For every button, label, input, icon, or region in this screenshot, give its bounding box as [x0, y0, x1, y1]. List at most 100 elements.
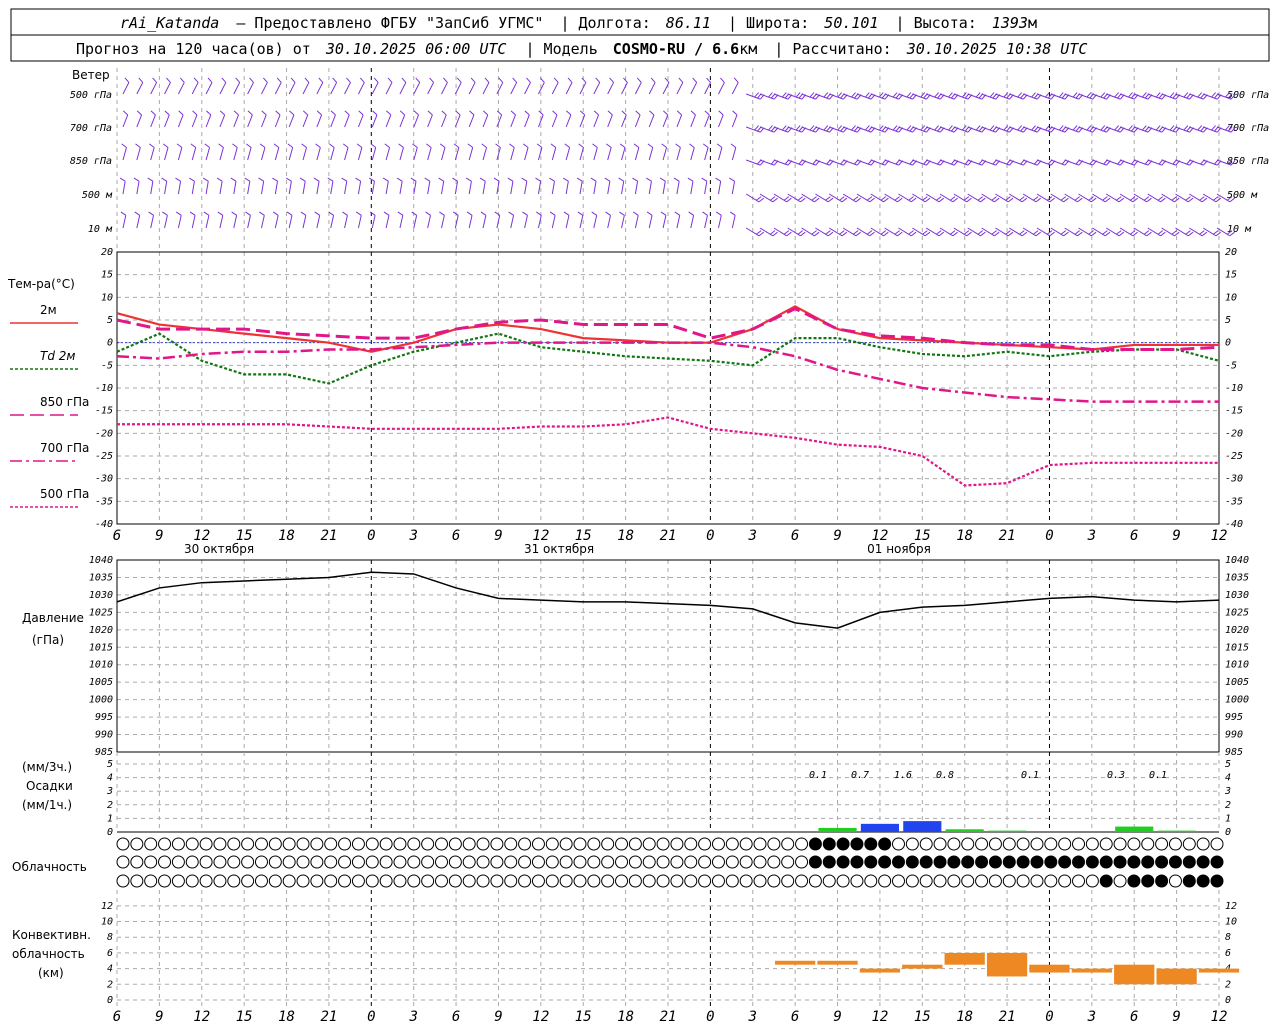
wind-barb-feather	[1033, 230, 1039, 235]
wind-barb-feather	[795, 125, 801, 131]
cloud-cover-symbol	[684, 874, 698, 888]
cloud-cover-symbol	[1058, 837, 1072, 851]
wind-barb-feather	[415, 77, 421, 83]
conv-ytick-right: 2	[1225, 979, 1231, 990]
cloud-cover-symbol	[365, 874, 379, 888]
wind-barb-feather	[480, 211, 487, 216]
wind-barb	[274, 181, 279, 195]
wind-barb-feather	[633, 143, 640, 148]
wind-barb-feather	[469, 110, 475, 116]
wind-barb-feather	[975, 125, 981, 131]
wind-barb-feather	[897, 197, 903, 203]
wind-barb	[621, 181, 625, 195]
cloud-cover-symbol	[254, 855, 268, 869]
cloud-cover-symbol	[282, 855, 296, 869]
wind-barb-feather	[1102, 230, 1108, 235]
wind-barb	[357, 147, 363, 161]
wind-barb-feather	[934, 125, 939, 131]
wind-barb	[357, 82, 365, 95]
cloud-cover-symbol	[822, 837, 836, 851]
wind-barb-feather	[275, 110, 281, 116]
cloud-cover-symbol	[504, 855, 518, 869]
wind-barb-feather	[783, 230, 790, 235]
wind-barbs	[119, 77, 1236, 237]
wind-barb-feather	[221, 77, 227, 83]
wind-barb	[1133, 227, 1147, 237]
wind-barb	[579, 215, 584, 229]
wind-barb-feather	[1021, 197, 1028, 203]
cloud-cover-symbol	[1002, 855, 1016, 869]
wind-barb-feather	[949, 230, 956, 235]
cloud-cover-symbol	[725, 874, 739, 888]
wind-barb-feather	[443, 77, 448, 83]
wind-barb-feather	[247, 110, 253, 116]
cloud-cover-symbol	[1196, 874, 1210, 888]
wind-barb-feather	[837, 125, 843, 131]
wind-barb	[1133, 193, 1147, 203]
cloud-cover-symbol	[988, 837, 1002, 851]
wind-barb-feather	[729, 211, 736, 216]
wind-barb-feather	[924, 197, 931, 203]
alt-value: 1393	[992, 14, 1028, 32]
wind-level-label: 500 гПа	[70, 90, 112, 101]
wind-barb	[1175, 227, 1189, 237]
wind-barb	[1022, 193, 1037, 203]
cloud-cover-symbol	[1099, 837, 1113, 851]
wind-barb	[482, 147, 488, 161]
wind-barb-feather	[1197, 125, 1203, 131]
cloud-cover-symbol	[573, 837, 587, 851]
wind-barb-feather	[855, 197, 861, 203]
wind-barb-feather	[1072, 125, 1078, 131]
wind-barb	[1161, 193, 1175, 203]
wind-barb-feather	[1045, 92, 1050, 98]
x-tick-bottom: 18	[617, 1009, 634, 1024]
wind-barb	[925, 227, 940, 237]
wind-barb-feather	[1104, 231, 1111, 237]
conv-cloud-bar	[902, 964, 943, 969]
wind-barb	[704, 82, 711, 95]
wind-barb	[828, 227, 843, 237]
wind-barb-feather	[189, 177, 195, 182]
wind-barb	[731, 82, 739, 95]
wind-barb-feather	[827, 197, 834, 203]
wind-barb-feather	[994, 231, 1000, 237]
conv-cloud-bar	[1071, 968, 1112, 973]
wind-barb-feather	[217, 211, 224, 216]
cloud-cover-symbol	[822, 855, 836, 869]
wind-level-label: 500 м	[82, 190, 113, 201]
wind-barb-feather	[179, 77, 185, 83]
wind-barb	[537, 82, 545, 95]
precip-unit-3h: (мм/3ч.)	[22, 760, 72, 774]
cloud-cover-symbol	[338, 837, 352, 851]
wind-barb-feather	[246, 143, 252, 148]
wind-barb-feather	[318, 77, 324, 83]
wind-barb-feather	[673, 177, 680, 182]
cloud-cover-symbol	[1099, 855, 1113, 869]
wind-barb-feather	[823, 125, 829, 131]
press-ytick-left: 1030	[89, 590, 113, 601]
wind-level-label-right: 850 гПа	[1227, 156, 1269, 167]
wind-barb	[399, 181, 403, 195]
wind-barb-feather	[892, 92, 898, 98]
precip-total-label: 0.7	[851, 770, 869, 781]
cloud-cover-symbol	[615, 837, 629, 851]
x-tick-bottom: 3	[748, 1009, 757, 1024]
cloud-cover-symbol	[1196, 837, 1210, 851]
wind-barb-feather	[809, 125, 815, 131]
wind-barb	[371, 147, 377, 161]
cloud-cover-symbol	[781, 837, 795, 851]
wind-barb-feather	[401, 77, 407, 83]
wind-barb	[773, 193, 787, 203]
cloud-cover-symbol	[171, 855, 185, 869]
wind-barb	[1009, 227, 1023, 237]
conv-cloud-bar	[817, 960, 858, 965]
wind-barb	[898, 193, 912, 203]
cloud-cover-symbol	[1155, 855, 1169, 869]
cloud-cover-symbol	[656, 855, 670, 869]
wind-barb	[316, 215, 321, 229]
cloud-cover-symbol	[947, 837, 961, 851]
wind-barb-feather	[769, 196, 776, 201]
cloud-cover-symbol	[795, 837, 809, 851]
wind-barb	[330, 181, 334, 195]
wind-barb	[150, 114, 156, 128]
